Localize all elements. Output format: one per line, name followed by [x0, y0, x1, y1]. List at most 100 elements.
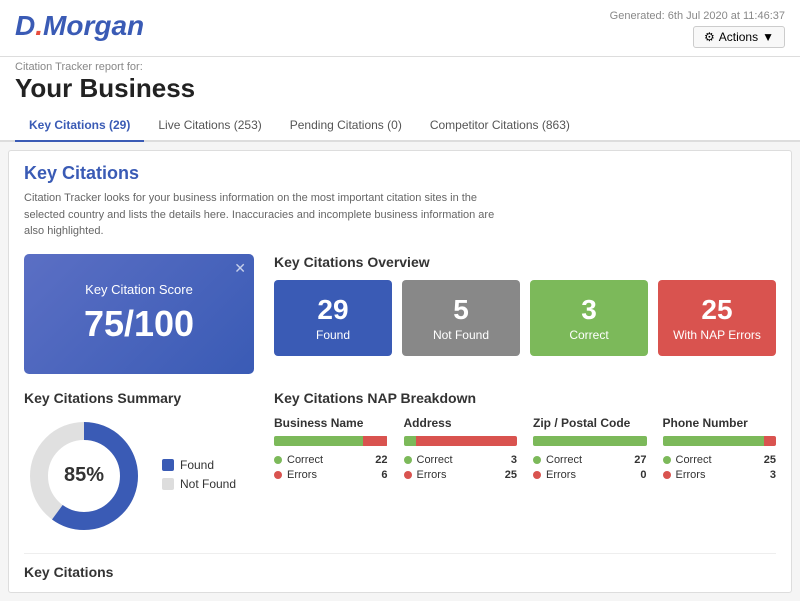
correct-label-zip: Correct: [546, 454, 582, 466]
tab-competitor-citations[interactable]: Competitor Citations (863): [416, 110, 584, 142]
chevron-down-icon: ▼: [762, 30, 774, 44]
notfound-count: 5: [412, 294, 510, 326]
actions-label: Actions: [719, 30, 758, 44]
donut-wrap: 85% Found Not Found: [24, 416, 254, 539]
actions-button[interactable]: ⚙ Actions ▼: [693, 26, 785, 48]
dot-red-address: [404, 471, 412, 479]
nap-stat-correct-address: Correct 3: [404, 454, 518, 466]
dot-green-phone: [663, 456, 671, 464]
nap-section: Key Citations NAP Breakdown Business Nam…: [274, 390, 776, 484]
nap-bar-green-address: [404, 436, 416, 446]
dot-green-zip: [533, 456, 541, 464]
nap-bar-red-business: [363, 436, 388, 446]
nap-stat-errors-business: Errors 6: [274, 469, 388, 481]
logo: D.Morgan: [15, 10, 144, 42]
nap-bar-phone: [663, 436, 777, 446]
overview-card-correct: 3 Correct: [530, 280, 648, 356]
nap-bar-green-business: [274, 436, 363, 446]
bottom-label: Key Citations: [24, 564, 113, 580]
logo-morgan: Morgan: [43, 10, 144, 41]
nap-stat-correct-business: Correct 22: [274, 454, 388, 466]
nap-bar-business: [274, 436, 388, 446]
overview-card-found: 29 Found: [274, 280, 392, 356]
errors-num-phone: 3: [770, 469, 776, 481]
nap-col-title-address: Address: [404, 416, 518, 430]
found-dot: [162, 459, 174, 471]
nap-col-title-zip: Zip / Postal Code: [533, 416, 647, 430]
dot-green-business: [274, 456, 282, 464]
summary-title: Key Citations Summary: [24, 390, 254, 406]
correct-num-zip: 27: [634, 454, 646, 466]
correct-label-phone: Correct: [676, 454, 712, 466]
correct-num-business: 22: [375, 454, 387, 466]
score-box: ✕ Key Citation Score 75/100: [24, 254, 254, 374]
nap-columns: Business Name Correct 22 Errors 6: [274, 416, 776, 484]
business-name: Your Business: [15, 73, 785, 110]
nap-bar-red-phone: [764, 436, 776, 446]
found-count: 29: [284, 294, 382, 326]
found-label: Found: [284, 328, 382, 342]
notfound-label: Not Found: [412, 328, 510, 342]
donut-chart: 85%: [24, 416, 144, 539]
errors-label-zip: Errors: [546, 469, 576, 481]
overview-card-errors: 25 With NAP Errors: [658, 280, 776, 356]
nap-col-business-name: Business Name Correct 22 Errors 6: [274, 416, 388, 484]
errors-label-business: Errors: [287, 469, 317, 481]
correct-count: 3: [540, 294, 638, 326]
nap-bar-address: [404, 436, 518, 446]
legend: Found Not Found: [162, 458, 236, 496]
correct-label-business: Correct: [287, 454, 323, 466]
score-box-label: Key Citation Score: [85, 282, 193, 297]
errors-num-zip: 0: [640, 469, 646, 481]
logo-dot: .: [35, 10, 43, 41]
gear-icon: ⚙: [704, 30, 715, 44]
nap-col-title-phone: Phone Number: [663, 416, 777, 430]
tab-key-citations[interactable]: Key Citations (29): [15, 110, 144, 142]
legend-found: Found: [162, 458, 236, 472]
section-description: Citation Tracker looks for your business…: [24, 190, 504, 240]
errors-num-address: 25: [505, 469, 517, 481]
dot-red-phone: [663, 471, 671, 479]
nap-stat-errors-phone: Errors 3: [663, 469, 777, 481]
errors-label-phone: Errors: [676, 469, 706, 481]
logo-d: D: [15, 10, 35, 41]
nap-bar-red-address: [416, 436, 517, 446]
tabs-bar: Key Citations (29) Live Citations (253) …: [0, 110, 800, 142]
dot-red-zip: [533, 471, 541, 479]
report-label: Citation Tracker report for:: [15, 61, 785, 73]
tab-pending-citations[interactable]: Pending Citations (0): [276, 110, 416, 142]
errors-label-address: Errors: [417, 469, 447, 481]
svg-text:85%: 85%: [64, 464, 104, 486]
notfound-dot: [162, 478, 174, 490]
dot-red-business: [274, 471, 282, 479]
nap-stat-correct-phone: Correct 25: [663, 454, 777, 466]
tab-live-citations[interactable]: Live Citations (253): [144, 110, 275, 142]
dot-green-address: [404, 456, 412, 464]
nap-stat-errors-address: Errors 25: [404, 469, 518, 481]
nap-title: Key Citations NAP Breakdown: [274, 390, 776, 406]
errors-num-business: 6: [381, 469, 387, 481]
nap-col-address: Address Correct 3 Errors 25: [404, 416, 518, 484]
errors-count: 25: [668, 294, 766, 326]
correct-num-address: 3: [511, 454, 517, 466]
section-title: Key Citations: [24, 163, 776, 184]
correct-label-address: Correct: [417, 454, 453, 466]
correct-num-phone: 25: [764, 454, 776, 466]
legend-notfound-label: Not Found: [180, 477, 236, 491]
overview-panel: Key Citations Overview 29 Found 5 Not Fo…: [274, 254, 776, 356]
nap-bar-green-phone: [663, 436, 764, 446]
nap-col-title-business: Business Name: [274, 416, 388, 430]
nap-col-zip: Zip / Postal Code Correct 27 Errors 0: [533, 416, 647, 484]
bottom-section-title: Key Citations: [24, 553, 776, 580]
overview-card-notfound: 5 Not Found: [402, 280, 520, 356]
correct-label: Correct: [540, 328, 638, 342]
nap-stat-correct-zip: Correct 27: [533, 454, 647, 466]
nap-col-phone: Phone Number Correct 25 Errors 3: [663, 416, 777, 484]
overview-title: Key Citations Overview: [274, 254, 776, 270]
close-icon[interactable]: ✕: [234, 260, 246, 277]
generated-info: Generated: 6th Jul 2020 at 11:46:37: [610, 10, 785, 22]
nap-bar-zip: [533, 436, 647, 446]
summary-panel: Key Citations Summary 85%: [24, 390, 254, 539]
nap-stat-errors-zip: Errors 0: [533, 469, 647, 481]
nap-bar-green-zip: [533, 436, 647, 446]
